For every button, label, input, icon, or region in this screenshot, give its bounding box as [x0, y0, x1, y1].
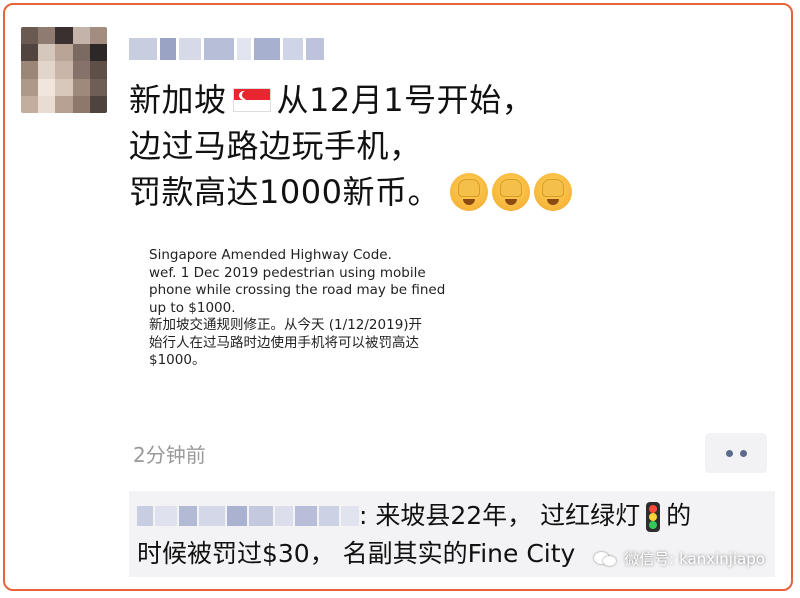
post-line-3: 罚款高达1000新币。	[129, 169, 689, 215]
screenshot-frame: 新加坡 从12月1号开始， 边过马路边玩手机， 罚款高达1000新币。 Sing…	[3, 3, 793, 591]
traffic-light-icon	[646, 502, 661, 532]
facepalm-crying-emoji-icon	[491, 173, 530, 211]
comment-part-2: 的	[666, 501, 692, 530]
facepalm-crying-emoji-icon	[533, 173, 572, 211]
post-text: 新加坡 从12月1号开始， 边过马路边玩手机， 罚款高达1000新币。	[129, 77, 689, 215]
singapore-flag-icon	[232, 88, 271, 112]
post-image[interactable]: Singapore Amended Highway Code. wef. 1 D…	[129, 219, 485, 419]
comment-line-1: : 来坡县22年， 过红绿灯 的	[137, 497, 777, 535]
post-image-text: Singapore Amended Highway Code. wef. 1 D…	[149, 247, 446, 368]
post-line-1-start: 新加坡	[129, 81, 227, 119]
emoji-row	[449, 173, 572, 211]
comment-part-1: : 来坡县22年， 过红绿灯	[359, 501, 641, 530]
post-line-2: 边过马路边玩手机，	[129, 127, 422, 165]
watermark: 微信号: kanxinjiapo	[594, 548, 765, 569]
avatar[interactable]	[21, 27, 107, 113]
more-button[interactable]	[705, 433, 767, 473]
username-blurred[interactable]	[129, 37, 341, 61]
facepalm-crying-emoji-icon	[449, 173, 488, 211]
commenter-name-blurred[interactable]	[137, 506, 359, 528]
more-dots-icon	[725, 449, 733, 457]
more-dots-icon	[739, 449, 747, 457]
watermark-text: 微信号: kanxinjiapo	[624, 550, 765, 568]
post-time: 2分钟前	[133, 443, 206, 467]
post-line-1: 新加坡 从12月1号开始，	[129, 77, 689, 123]
wechat-icon	[594, 550, 618, 568]
post-line-1-end: 从12月1号开始，	[276, 81, 535, 119]
